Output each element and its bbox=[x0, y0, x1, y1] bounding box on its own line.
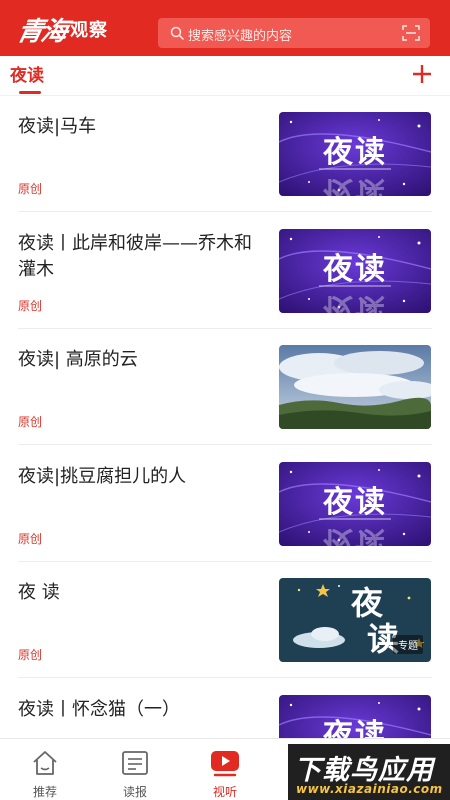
night-read-purple-image: 夜读夜读 bbox=[279, 694, 431, 739]
article-item[interactable]: 夜读| 高原的云原创 bbox=[0, 329, 450, 445]
svg-text:夜读: 夜读 bbox=[322, 252, 387, 287]
tab-label: 读报 bbox=[122, 785, 147, 799]
article-thumbnail: 夜读夜读 bbox=[279, 112, 431, 196]
watermark-overlay: 下载鸟应用 www.xiazainiao.com bbox=[288, 744, 450, 800]
search-placeholder: 搜索感兴趣的内容 bbox=[188, 29, 293, 44]
article-item[interactable]: 夜读|马车 原创 夜读 夜读 bbox=[0, 96, 450, 212]
article-item[interactable]: 夜读丨此岸和彼岸——乔木和灌木 原创 夜读 夜读 bbox=[0, 213, 450, 329]
section-title[interactable]: 夜读 bbox=[10, 61, 44, 86]
article-thumbnail: 夜读夜读 bbox=[279, 228, 431, 313]
watermark-sub-text: www.xiazainiao.com bbox=[296, 782, 443, 796]
article-title: 夜读丨此岸和彼岸——乔木和灌木 bbox=[18, 232, 252, 280]
cloud-photo-image bbox=[279, 345, 431, 429]
app-header: 青海 观察 搜索感兴趣的内容 bbox=[0, 0, 450, 56]
article-thumbnail: 夜读夜读 bbox=[279, 461, 431, 546]
svg-text:夜: 夜 bbox=[350, 584, 384, 622]
scan-icon[interactable] bbox=[402, 25, 420, 41]
original-tag: 原创 bbox=[18, 298, 43, 313]
section-underline bbox=[19, 91, 41, 94]
svg-text:夜读: 夜读 bbox=[322, 718, 387, 739]
article-title: 夜读| 高原的云 bbox=[18, 349, 138, 370]
svg-text:夜读: 夜读 bbox=[322, 174, 387, 196]
tab-label: 视听 bbox=[212, 785, 237, 799]
article-thumbnail bbox=[279, 345, 431, 429]
newspaper-icon bbox=[122, 751, 148, 775]
svg-text:夜读: 夜读 bbox=[322, 485, 387, 520]
add-channel-icon[interactable] bbox=[410, 62, 434, 86]
original-tag: 原创 bbox=[18, 415, 43, 429]
search-bar[interactable]: 搜索感兴趣的内容 bbox=[158, 18, 430, 48]
video-play-icon bbox=[211, 751, 239, 777]
article-thumbnail: 夜读夜读 bbox=[279, 694, 431, 739]
article-title: 夜读|马车 bbox=[18, 116, 97, 137]
tab-recommend[interactable]: 推荐 bbox=[0, 739, 90, 800]
original-tag: 原创 bbox=[18, 648, 43, 662]
article-title: 夜读丨怀念猫（一） bbox=[18, 698, 180, 720]
logo-bold-text: 观察 bbox=[70, 20, 109, 41]
svg-text:夜读: 夜读 bbox=[322, 291, 387, 313]
article-title: 夜 读 bbox=[18, 582, 60, 603]
article-item[interactable]: 夜读丨怀念猫（一） 夜读夜读 bbox=[0, 679, 450, 739]
search-icon bbox=[170, 26, 184, 40]
home-icon bbox=[33, 751, 57, 775]
night-read-purple-image: 夜读夜读 bbox=[279, 461, 431, 546]
article-feed: 夜读|马车 原创 夜读 夜读 夜读丨此岸和彼岸——乔木和灌木 原创 夜读 夜读 夜读| 高原的云… bbox=[0, 96, 450, 738]
svg-text:夜读: 夜读 bbox=[322, 524, 387, 546]
article-thumbnail: 夜读专题 bbox=[279, 578, 431, 662]
app-logo: 青海 观察 bbox=[14, 12, 109, 47]
tab-label: 推荐 bbox=[32, 785, 57, 799]
logo-script-text: 青海 bbox=[14, 16, 69, 47]
special-topic-badge: 专题 bbox=[393, 635, 423, 654]
original-tag: 原创 bbox=[18, 531, 43, 546]
night-read-purple-image: 夜读夜读 bbox=[279, 112, 431, 196]
tab-newspaper[interactable]: 读报 bbox=[90, 739, 180, 800]
night-read-purple-image: 夜读夜读 bbox=[279, 228, 431, 313]
original-tag: 原创 bbox=[18, 182, 43, 196]
article-item[interactable]: 夜 读原创 夜读专题 bbox=[0, 562, 450, 678]
article-item[interactable]: 夜读|挑豆腐担儿的人 原创 夜读 夜读 bbox=[0, 446, 450, 562]
tab-video[interactable]: 视听 bbox=[180, 739, 270, 800]
svg-text:夜读: 夜读 bbox=[322, 135, 387, 170]
article-title: 夜读|挑豆腐担儿的人 bbox=[18, 465, 187, 487]
